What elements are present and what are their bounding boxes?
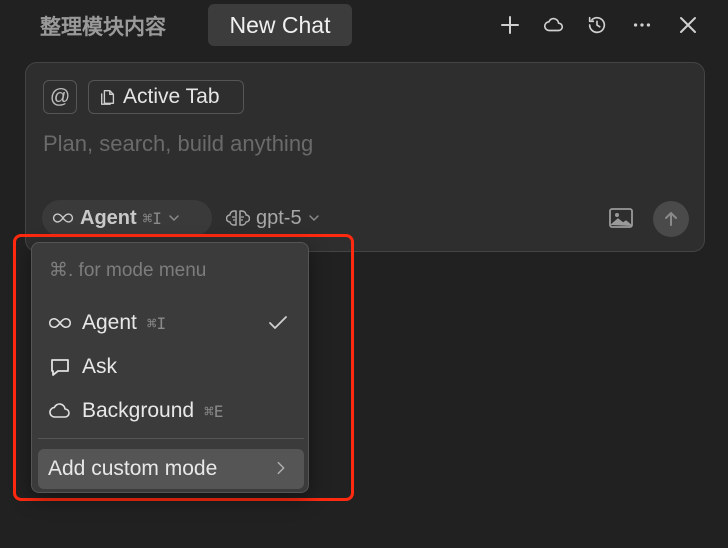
mode-menu-hint: ⌘. for mode menu (49, 260, 207, 281)
close-icon[interactable] (673, 10, 703, 40)
chevron-down-icon (308, 215, 319, 222)
mode-label: Agent (80, 206, 137, 229)
mode-menu: ⌘. for mode menu Agent ⌘I Ask Background… (31, 242, 309, 493)
menu-item-ask[interactable]: Ask (38, 347, 304, 387)
infinity-icon (48, 317, 72, 329)
active-tab-label: Active Tab (123, 85, 220, 108)
model-selector[interactable]: gpt-5 (226, 200, 320, 236)
history-icon[interactable] (582, 10, 612, 40)
arrow-up-icon (665, 212, 677, 226)
model-label: gpt-5 (256, 206, 302, 229)
add-custom-mode-button[interactable]: Add custom mode (38, 449, 304, 489)
chat-panel: 整理模块内容 New Chat @ Active Tab Plan, searc… (0, 0, 728, 548)
menu-divider (38, 438, 304, 439)
cloud-icon[interactable] (539, 10, 569, 40)
brain-icon (226, 210, 250, 226)
plus-icon[interactable] (495, 10, 525, 40)
more-icon[interactable] (627, 10, 657, 40)
chevron-down-icon (169, 215, 179, 222)
active-tab-chip[interactable]: Active Tab (88, 80, 244, 114)
menu-item-shortcut: ⌘I (146, 313, 167, 333)
message-input[interactable]: Plan, search, build anything (43, 131, 313, 157)
tab-module-content[interactable]: 整理模块内容 (40, 10, 166, 44)
menu-item-label: Add custom mode (48, 457, 218, 480)
menu-item-background[interactable]: Background ⌘E (38, 391, 304, 431)
mode-shortcut: ⌘I (142, 208, 162, 228)
menu-item-label: Ask (82, 355, 118, 378)
infinity-icon (52, 213, 74, 223)
chat-bubble-icon (51, 359, 69, 376)
mode-selector[interactable]: Agent ⌘I (42, 200, 212, 236)
menu-item-label: Background (82, 399, 195, 422)
menu-item-label: Agent (82, 311, 137, 334)
mention-button[interactable]: @ (43, 80, 77, 114)
menu-item-shortcut: ⌘E (204, 401, 224, 421)
cloud-icon (49, 403, 70, 418)
tab-new-chat[interactable]: New Chat (208, 4, 352, 46)
checkmark-icon (269, 316, 287, 329)
document-icon (101, 90, 115, 105)
send-button[interactable] (653, 201, 689, 237)
chat-composer: @ Active Tab Plan, search, build anythin… (25, 62, 705, 252)
chevron-right-icon (277, 461, 285, 475)
menu-item-agent[interactable]: Agent ⌘I (38, 303, 304, 343)
image-upload-icon[interactable] (608, 206, 634, 230)
